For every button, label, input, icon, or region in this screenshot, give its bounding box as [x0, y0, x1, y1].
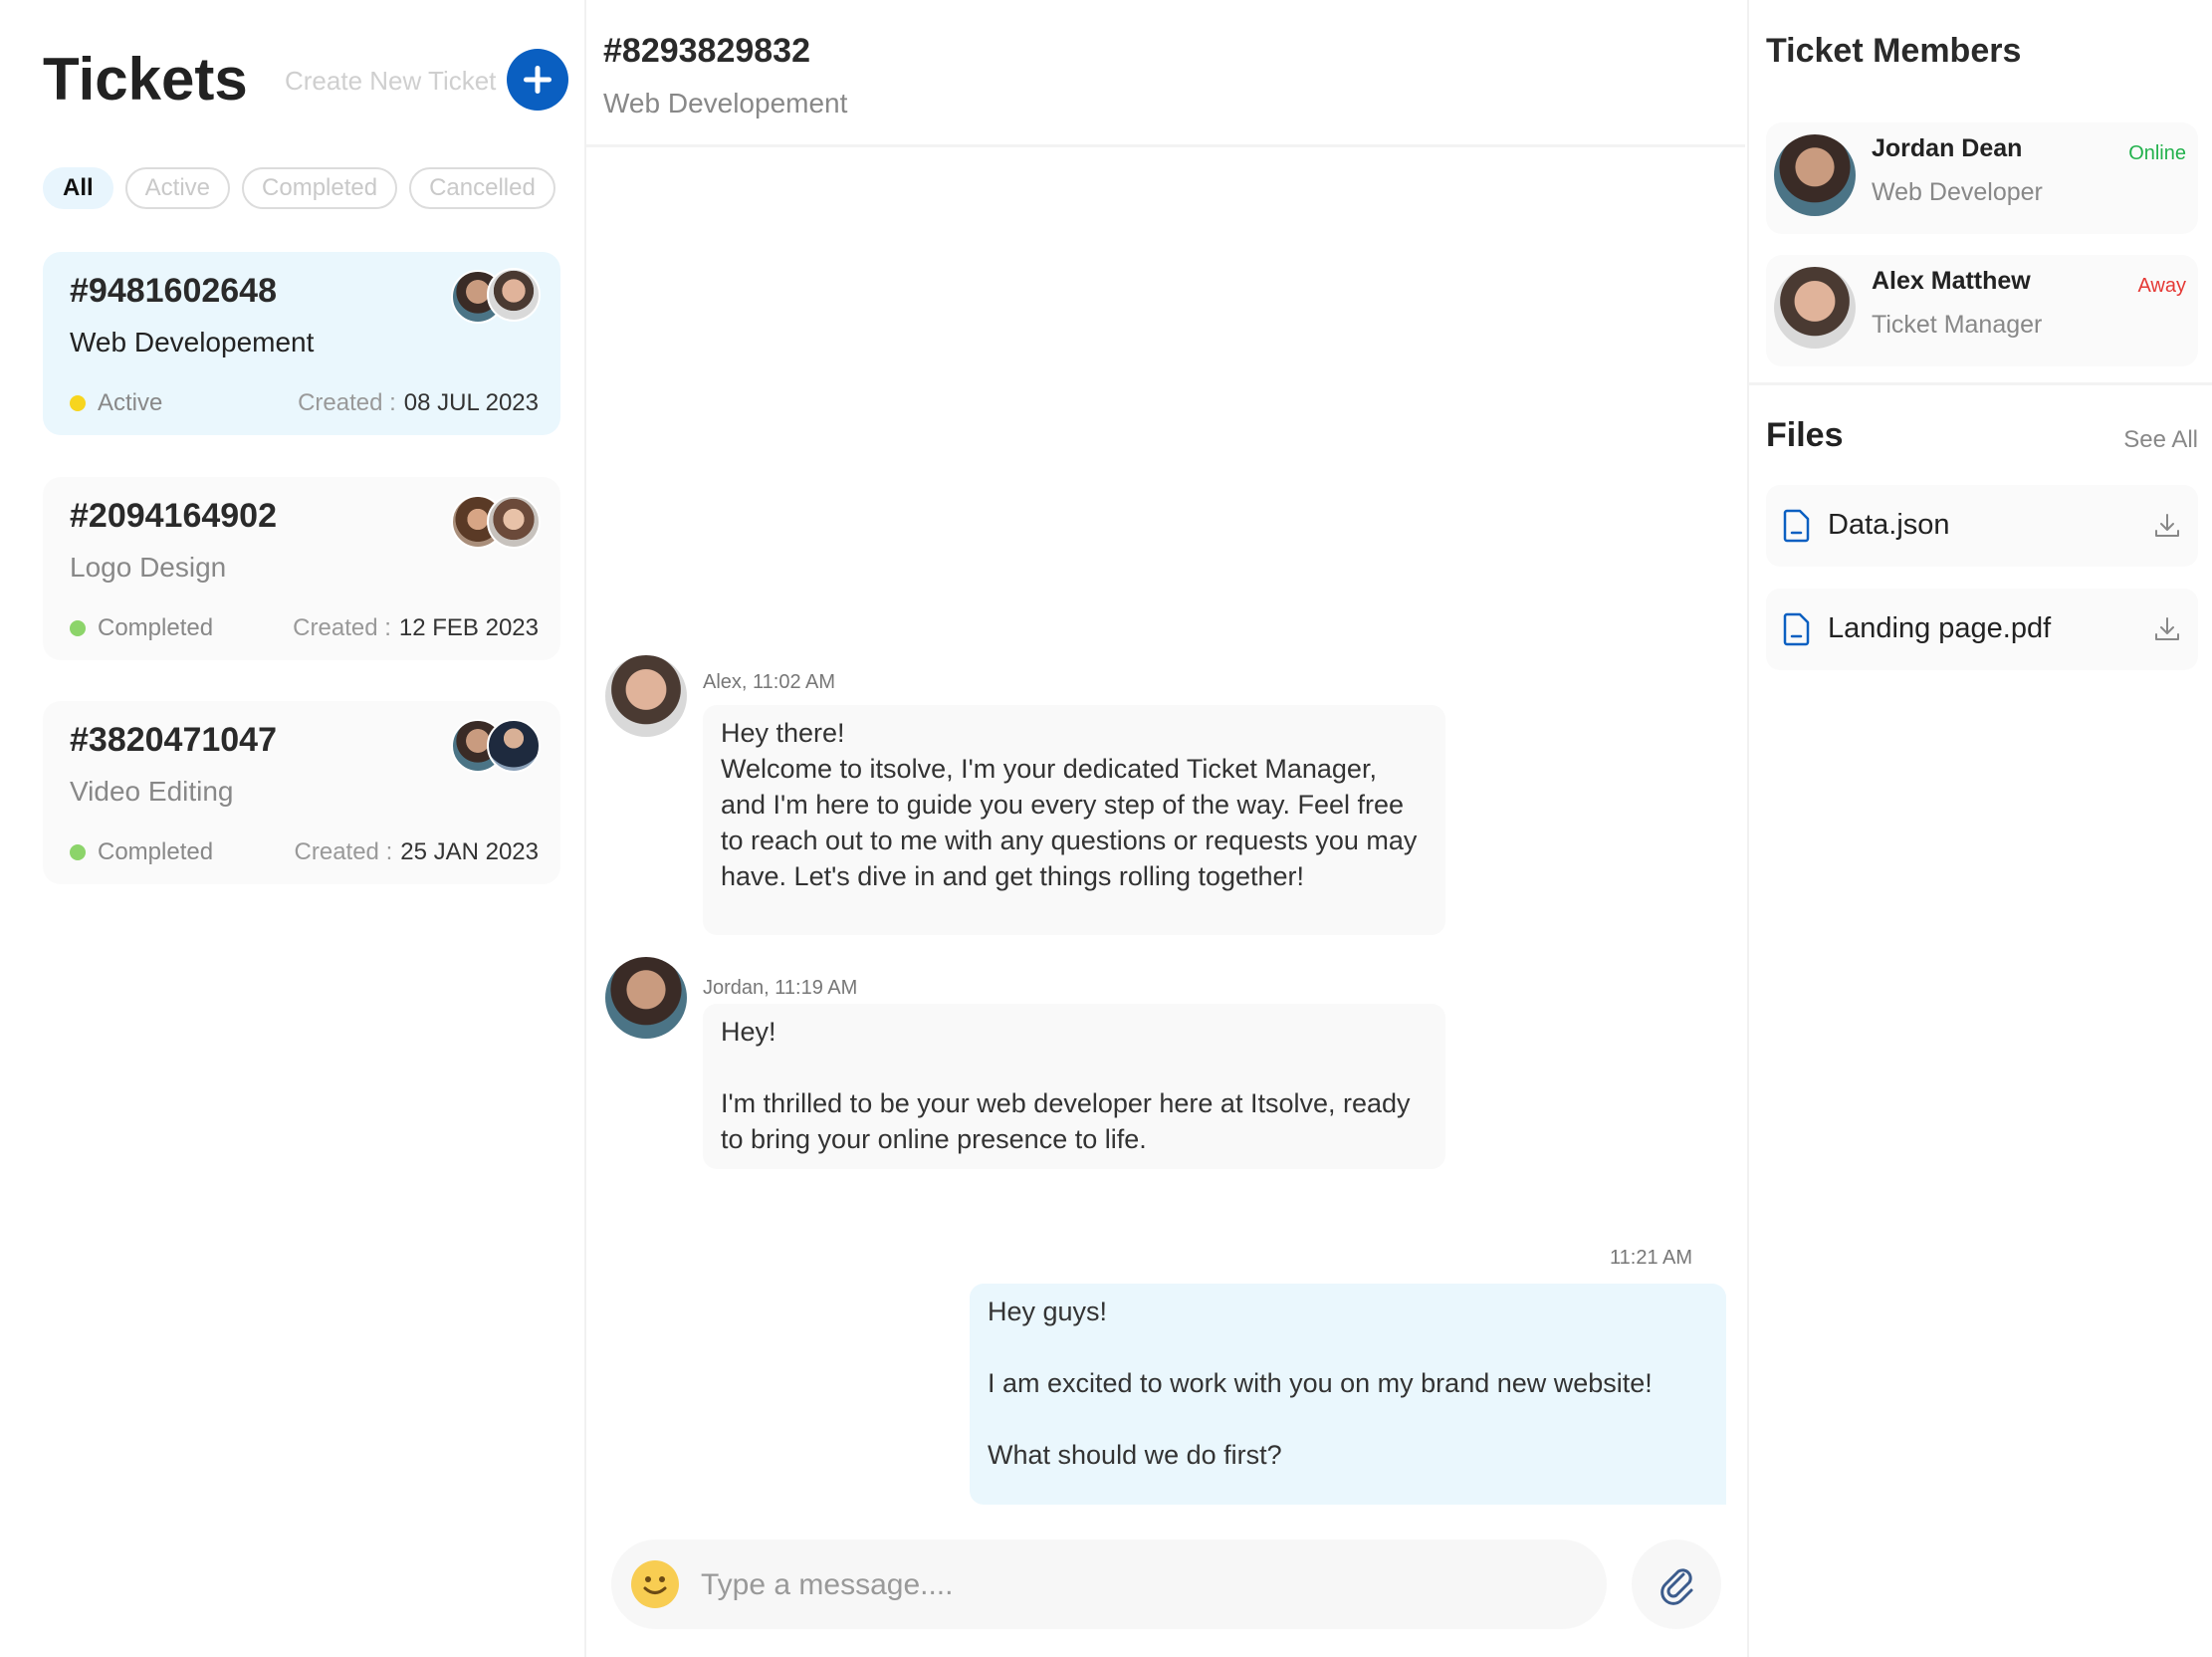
file-icon — [1783, 612, 1810, 646]
member-name: Alex Matthew — [1872, 267, 2031, 295]
ticket-status: Completed — [70, 838, 213, 866]
status-dot-icon — [70, 395, 86, 411]
created-date: 25 JAN 2023 — [400, 838, 539, 865]
members-title: Ticket Members — [1766, 32, 2022, 70]
smiley-face-icon — [643, 1576, 667, 1594]
message-meta: Alex, 11:02 AM — [703, 671, 836, 693]
status-dot-icon — [70, 620, 86, 636]
member-card[interactable]: Jordan Dean Web Developer Online — [1766, 122, 2198, 234]
see-all-link[interactable]: See All — [2123, 426, 2198, 454]
message-bubble: Hey there! Welcome to itsolve, I'm your … — [703, 705, 1445, 935]
avatar — [605, 655, 687, 737]
ticket-name: Web Developement — [70, 327, 315, 357]
ticket-status-label: Active — [98, 389, 163, 416]
page-title: Tickets — [43, 46, 248, 113]
avatar — [487, 495, 541, 549]
download-icon[interactable] — [2152, 511, 2182, 541]
message-bubble: Hey guys! I am excited to work with you … — [970, 1284, 1726, 1505]
file-name: Data.json — [1828, 509, 1950, 541]
member-name: Jordan Dean — [1872, 134, 2023, 162]
create-ticket-label[interactable]: Create New Ticket — [285, 66, 496, 97]
chat-header: #8293829832 Web Developement — [586, 0, 1745, 147]
message-meta: 11:21 AM — [1610, 1247, 1693, 1269]
ticket-card[interactable]: #9481602648 Web Developement Active Crea… — [43, 252, 560, 435]
chat-ticket-name: Web Developement — [603, 88, 848, 118]
message-bubble: Hey! I'm thrilled to be your web develop… — [703, 1004, 1445, 1169]
avatar — [487, 268, 541, 322]
emoji-icon[interactable] — [631, 1560, 679, 1608]
file-icon — [1783, 509, 1810, 543]
files-title: Files — [1766, 416, 1844, 454]
member-role: Ticket Manager — [1872, 311, 2043, 339]
ticket-members-avatars — [451, 719, 541, 775]
divider — [1749, 382, 2212, 385]
chat-panel: #8293829832 Web Developement Alex, 11:02… — [586, 0, 1745, 1657]
ticket-id: #9481602648 — [70, 272, 278, 310]
ticket-id: #2094164902 — [70, 497, 278, 535]
avatar — [605, 957, 687, 1039]
ticket-created: Created : 25 JAN 2023 — [295, 838, 539, 866]
ticket-status-label: Completed — [98, 614, 214, 641]
created-label: Created : — [298, 389, 396, 416]
plus-icon — [524, 66, 552, 94]
ticket-created: Created : 08 JUL 2023 — [298, 389, 539, 417]
created-label: Created : — [294, 838, 393, 865]
ticket-members-avatars — [451, 268, 541, 326]
file-name: Landing page.pdf — [1828, 612, 2052, 644]
member-role: Web Developer — [1872, 178, 2043, 206]
created-label: Created : — [293, 614, 391, 641]
message-meta: Jordan, 11:19 AM — [703, 977, 858, 999]
ticket-card[interactable]: #3820471047 Video Editing Completed Crea… — [43, 701, 560, 884]
member-card[interactable]: Alex Matthew Ticket Manager Away — [1766, 255, 2198, 366]
tickets-sidebar: Tickets Create New Ticket All Active Com… — [0, 0, 586, 1657]
create-ticket-button[interactable] — [507, 49, 568, 111]
avatar — [1774, 134, 1856, 216]
member-status: Away — [2137, 275, 2186, 297]
paperclip-icon — [1660, 1568, 1693, 1605]
member-status: Online — [2128, 142, 2186, 164]
ticket-card[interactable]: #2094164902 Logo Design Completed Create… — [43, 477, 560, 660]
file-item[interactable]: Data.json — [1766, 485, 2198, 567]
ticket-filters: All Active Completed Cancelled — [43, 167, 555, 209]
created-date: 12 FEB 2023 — [398, 614, 539, 641]
details-panel: Ticket Members Jordan Dean Web Developer… — [1747, 0, 2212, 1657]
avatar — [1774, 267, 1856, 349]
ticket-status: Completed — [70, 614, 213, 642]
filter-completed[interactable]: Completed — [242, 167, 398, 209]
created-date: 08 JUL 2023 — [403, 389, 539, 416]
file-item[interactable]: Landing page.pdf — [1766, 589, 2198, 670]
filter-active[interactable]: Active — [124, 167, 231, 209]
ticket-name: Logo Design — [70, 552, 227, 583]
attach-button[interactable] — [1632, 1539, 1721, 1629]
ticket-id: #3820471047 — [70, 721, 278, 759]
filter-all[interactable]: All — [43, 167, 113, 209]
filter-cancelled[interactable]: Cancelled — [409, 167, 555, 209]
avatar — [487, 719, 541, 773]
message-composer — [611, 1539, 1607, 1629]
ticket-status-label: Completed — [98, 838, 214, 865]
ticket-members-avatars — [451, 495, 541, 551]
download-icon[interactable] — [2152, 614, 2182, 644]
chat-ticket-id: #8293829832 — [603, 32, 811, 70]
ticket-status: Active — [70, 389, 162, 417]
message-input[interactable] — [699, 1559, 1579, 1611]
status-dot-icon — [70, 844, 86, 860]
ticket-name: Video Editing — [70, 776, 234, 807]
ticket-created: Created : 12 FEB 2023 — [293, 614, 539, 642]
